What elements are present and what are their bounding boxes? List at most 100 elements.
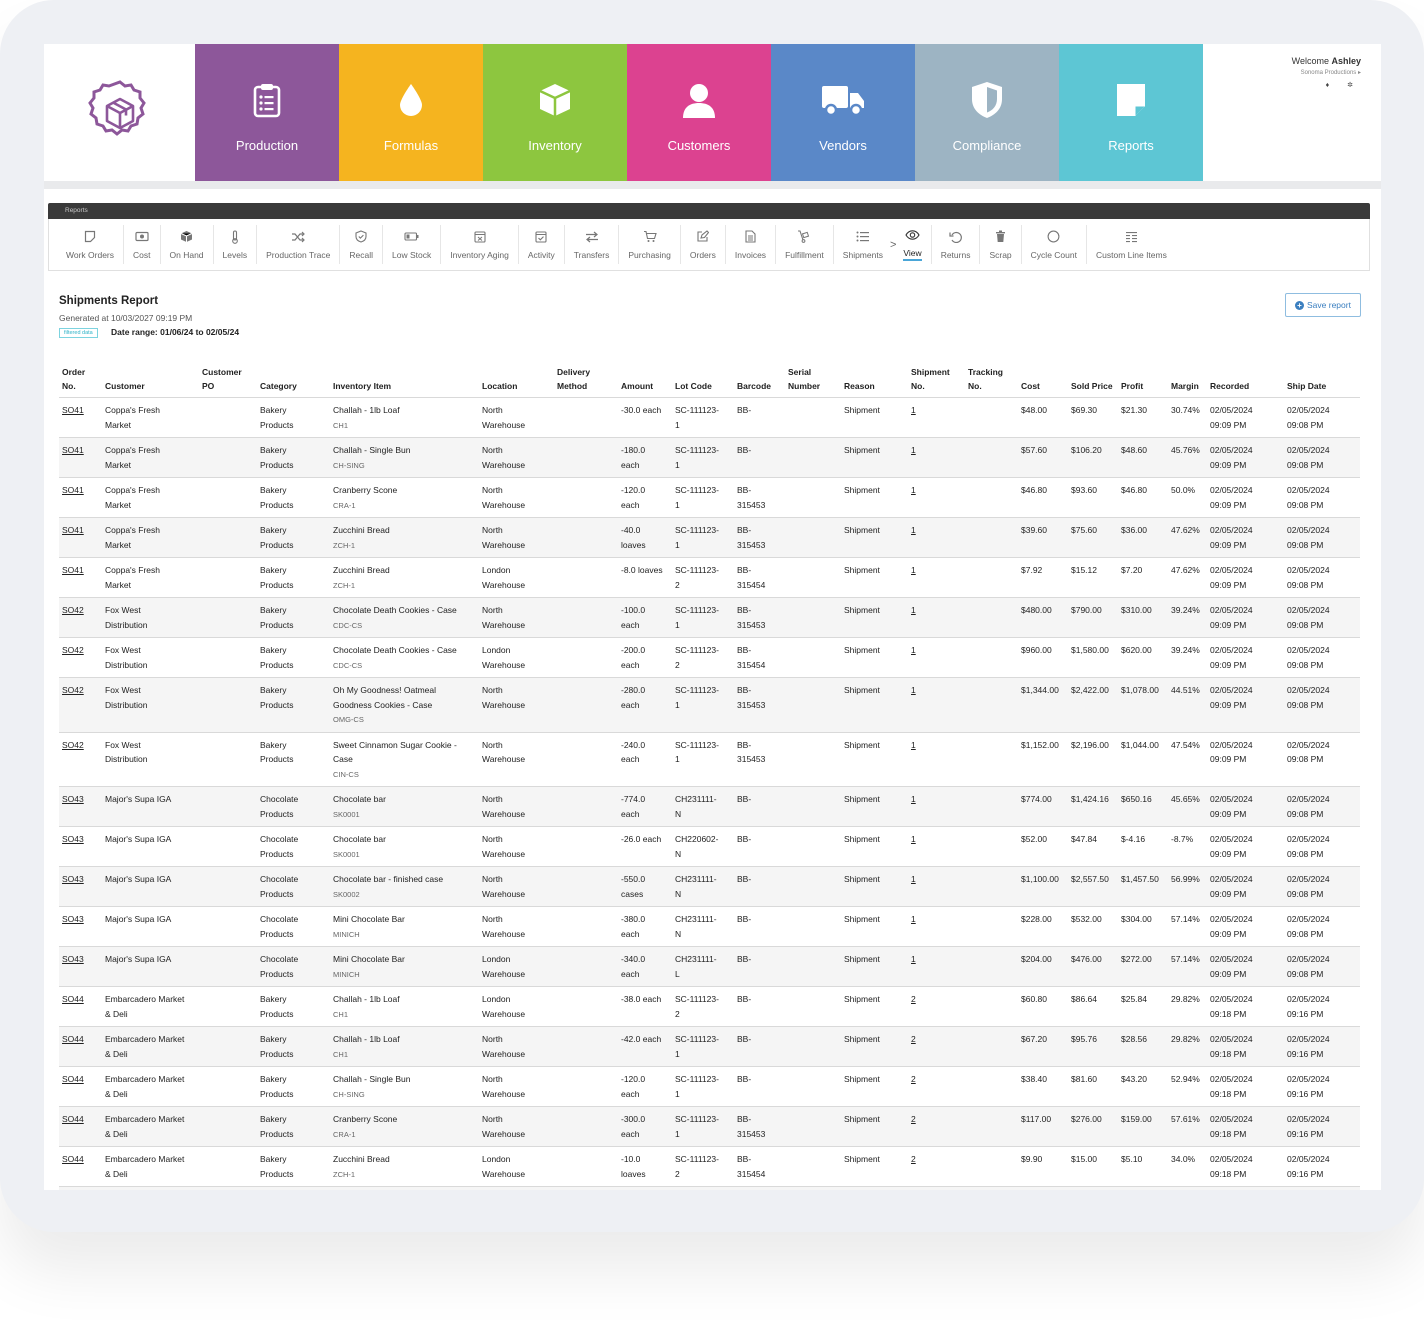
- save-report-button[interactable]: + Save report: [1285, 293, 1361, 317]
- order-link[interactable]: SO42: [62, 605, 84, 615]
- delivery-method-cell: [554, 1106, 618, 1147]
- user-menu-icons[interactable]: ♦ ✲: [1326, 81, 1361, 89]
- shipment-link[interactable]: 1: [911, 740, 916, 750]
- ship-date-cell: 02/05/2024 09:08 PM: [1284, 557, 1360, 598]
- shipment-link[interactable]: 1: [911, 405, 916, 415]
- order-link[interactable]: SO44: [62, 1034, 84, 1044]
- nav-tile-customers[interactable]: Customers: [627, 44, 771, 181]
- company-name[interactable]: Sonoma Productions ▸: [1301, 69, 1361, 76]
- undo-icon: [948, 230, 964, 244]
- toolbar-label: Custom Line Items: [1095, 249, 1167, 260]
- shipment-link[interactable]: 2: [911, 1114, 916, 1124]
- toolbar-custom-line-items[interactable]: Custom Line Items: [1087, 225, 1176, 264]
- toolbar-on-hand[interactable]: On Hand: [161, 225, 214, 264]
- column-header-shipment-no[interactable]: Shipment No.: [908, 365, 965, 398]
- shipment-link[interactable]: 1: [911, 525, 916, 535]
- column-header-profit[interactable]: Profit: [1118, 365, 1168, 398]
- shipment-link[interactable]: 1: [911, 685, 916, 695]
- shipment-link[interactable]: 1: [911, 914, 916, 924]
- column-header-ship-date[interactable]: Ship Date: [1284, 365, 1360, 398]
- column-header-margin[interactable]: Margin: [1168, 365, 1207, 398]
- toolbar-shipments[interactable]: Shipments: [834, 225, 892, 264]
- order-link[interactable]: SO41: [62, 485, 84, 495]
- nav-tile-compliance[interactable]: Compliance: [915, 44, 1059, 181]
- shipment-link[interactable]: 2: [911, 994, 916, 1004]
- column-header-serial-number[interactable]: Serial Number: [785, 365, 841, 398]
- order-link[interactable]: SO43: [62, 954, 84, 964]
- toolbar-activity[interactable]: Activity: [519, 225, 565, 264]
- nav-tile-reports[interactable]: Reports: [1059, 44, 1203, 181]
- column-header-location[interactable]: Location: [479, 365, 554, 398]
- order-link[interactable]: SO41: [62, 405, 84, 415]
- toolbar-levels[interactable]: Levels: [214, 225, 258, 264]
- order-link[interactable]: SO42: [62, 685, 84, 695]
- order-link[interactable]: SO44: [62, 1114, 84, 1124]
- column-header-delivery-method[interactable]: Delivery Method: [554, 365, 618, 398]
- shipment-link[interactable]: 1: [911, 874, 916, 884]
- toolbar-work-orders[interactable]: Work Orders: [57, 225, 125, 264]
- toolbar-production-trace[interactable]: Production Trace: [257, 225, 341, 264]
- order-link[interactable]: SO44: [62, 994, 84, 1004]
- order-link[interactable]: SO44: [62, 1074, 84, 1084]
- nav-tile-production[interactable]: Production: [195, 44, 339, 181]
- column-header-reason[interactable]: Reason: [841, 365, 908, 398]
- column-header-cost[interactable]: Cost: [1018, 365, 1068, 398]
- shipment-link[interactable]: 1: [911, 565, 916, 575]
- toolbar-view[interactable]: View: [894, 225, 932, 264]
- customer-po-cell: [199, 946, 257, 987]
- shipment-link[interactable]: 1: [911, 485, 916, 495]
- column-header-customer[interactable]: Customer: [102, 365, 199, 398]
- shipment-link[interactable]: 1: [911, 954, 916, 964]
- toolbar-scrap[interactable]: Scrap: [980, 225, 1022, 264]
- order-link[interactable]: SO41: [62, 565, 84, 575]
- order-link[interactable]: SO43: [62, 874, 84, 884]
- company-logo[interactable]: [44, 44, 195, 181]
- column-header-customer-po[interactable]: Customer PO: [199, 365, 257, 398]
- order-link[interactable]: SO41: [62, 445, 84, 455]
- column-header-lot-code[interactable]: Lot Code: [672, 365, 734, 398]
- column-header-tracking-no[interactable]: Tracking No.: [965, 365, 1018, 398]
- toolbar-cost[interactable]: Cost: [124, 225, 161, 264]
- shipment-link[interactable]: 2: [911, 1154, 916, 1164]
- toolbar-orders[interactable]: Orders: [681, 225, 726, 264]
- user-name[interactable]: Ashley: [1331, 56, 1361, 66]
- profit-cell: $7.20: [1118, 557, 1168, 598]
- delivery-method-cell: [554, 1146, 618, 1187]
- column-header-category[interactable]: Category: [257, 365, 330, 398]
- battery-icon: [404, 230, 420, 244]
- tracking-cell: [965, 397, 1018, 438]
- toolbar-purchasing[interactable]: Purchasing: [619, 225, 681, 264]
- column-header-recorded[interactable]: Recorded: [1207, 365, 1284, 398]
- order-link[interactable]: SO44: [62, 1154, 84, 1164]
- order-link[interactable]: SO43: [62, 794, 84, 804]
- nav-tile-vendors[interactable]: Vendors: [771, 44, 915, 181]
- shipment-link[interactable]: 2: [911, 1074, 916, 1084]
- toolbar-recall[interactable]: Recall: [340, 225, 384, 264]
- nav-tile-inventory[interactable]: Inventory: [483, 44, 627, 181]
- order-link[interactable]: SO41: [62, 525, 84, 535]
- toolbar-fulfillment[interactable]: Fulfillment: [776, 225, 834, 264]
- nav-tile-formulas[interactable]: Formulas: [339, 44, 483, 181]
- column-header-inventory-item[interactable]: Inventory Item: [330, 365, 479, 398]
- toolbar-cycle-count[interactable]: Cycle Count: [1022, 225, 1087, 264]
- order-link[interactable]: SO42: [62, 740, 84, 750]
- toolbar-inventory-aging[interactable]: Inventory Aging: [441, 225, 519, 264]
- customer-cell: Fox West Distribution: [102, 597, 199, 638]
- order-link[interactable]: SO42: [62, 645, 84, 655]
- order-link[interactable]: SO43: [62, 914, 84, 924]
- toolbar-invoices[interactable]: Invoices: [726, 225, 777, 264]
- toolbar-low-stock[interactable]: Low Stock: [383, 225, 442, 264]
- shipment-link[interactable]: 2: [911, 1034, 916, 1044]
- shipment-link[interactable]: 1: [911, 605, 916, 615]
- column-header-sold-price[interactable]: Sold Price: [1068, 365, 1118, 398]
- column-header-order-no[interactable]: Order No.: [59, 365, 102, 398]
- column-header-amount[interactable]: Amount: [618, 365, 672, 398]
- shipment-link[interactable]: 1: [911, 445, 916, 455]
- order-link[interactable]: SO43: [62, 834, 84, 844]
- toolbar-transfers[interactable]: Transfers: [565, 225, 620, 264]
- shipment-link[interactable]: 1: [911, 645, 916, 655]
- toolbar-returns[interactable]: Returns: [932, 225, 981, 264]
- shipment-link[interactable]: 1: [911, 834, 916, 844]
- column-header-barcode[interactable]: Barcode: [734, 365, 785, 398]
- shipment-link[interactable]: 1: [911, 794, 916, 804]
